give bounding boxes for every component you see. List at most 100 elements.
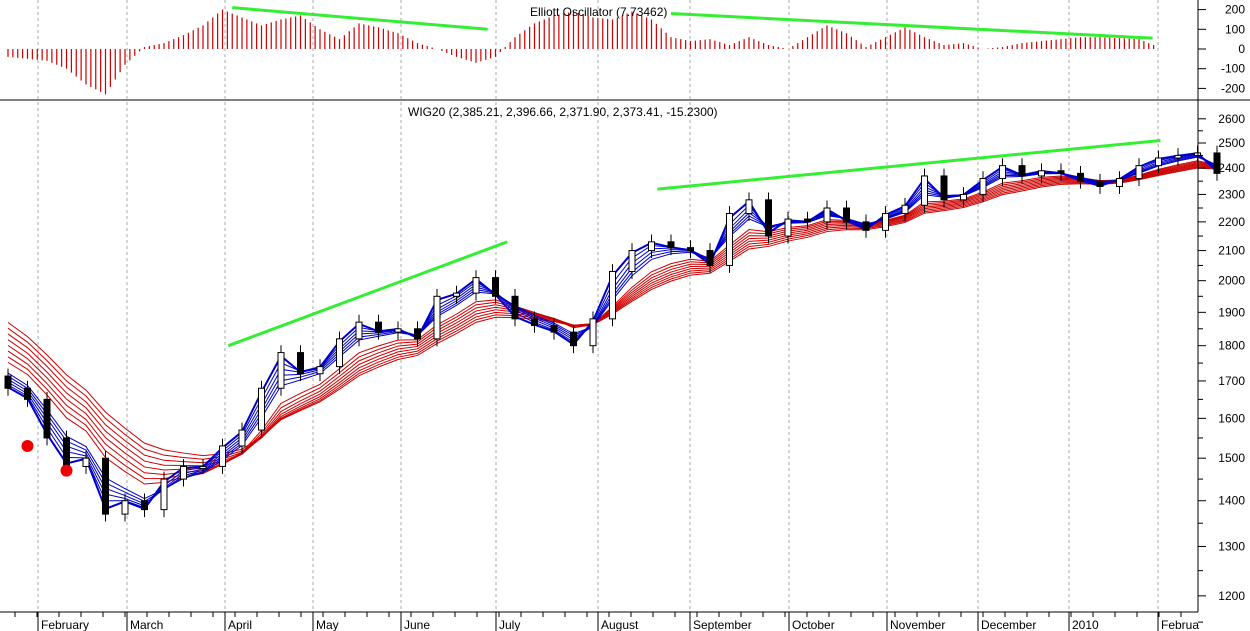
candle-body	[843, 207, 850, 223]
osc-tick-label: 200	[1225, 3, 1245, 17]
candle-body	[414, 328, 421, 340]
candle-body	[511, 295, 519, 320]
candle-body	[589, 318, 597, 347]
month-label: March	[130, 618, 163, 631]
candle-body	[628, 250, 636, 272]
candle-body	[1018, 165, 1026, 177]
candle-body	[940, 175, 948, 201]
month-label: June	[404, 618, 430, 631]
candle-body	[141, 500, 148, 511]
month-label: Februa	[1161, 618, 1199, 631]
candle-body	[862, 221, 870, 231]
oscillator-trendline	[670, 12, 1153, 40]
oscillator-title: Elliott Oscillator (7.73462)	[530, 5, 667, 19]
price-title: WIG20 (2,385.21, 2,396.66, 2,371.90, 2,3…	[408, 105, 718, 119]
oscillator-trendline	[232, 6, 488, 31]
osc-tick-label: -100	[1221, 62, 1245, 76]
osc-tick-label: 0	[1238, 42, 1245, 56]
price-tick-label: 1600	[1218, 411, 1245, 425]
candle-body	[999, 165, 1006, 180]
candle-body	[43, 398, 51, 439]
short-ma-line	[7, 153, 1218, 509]
price-trendline	[227, 240, 508, 348]
candle-body	[882, 213, 889, 231]
price-tick-label: 2200	[1218, 215, 1245, 229]
price-tick-label: 2000	[1218, 274, 1245, 288]
price-tick-label: 2100	[1218, 244, 1245, 258]
candle-body	[277, 352, 285, 389]
month-label: May	[316, 618, 339, 631]
candle-body	[160, 478, 168, 511]
short-ma-line	[7, 153, 1218, 507]
candle-body	[492, 277, 499, 297]
x-axis: February March April May June July August Septe…	[14, 612, 1199, 631]
price-tick-label: 1400	[1218, 494, 1245, 508]
price-tick-label: 2300	[1218, 187, 1245, 201]
price-tick-label: 1800	[1218, 339, 1245, 353]
candle-body	[901, 204, 909, 215]
candle-body	[24, 387, 31, 400]
candle-body	[63, 437, 70, 467]
candle-body	[921, 175, 928, 206]
candle-body	[297, 352, 304, 375]
month-label: April	[228, 618, 252, 631]
candle-body	[180, 465, 187, 480]
candle-body	[316, 366, 324, 375]
candle-body	[355, 321, 363, 340]
candle-body	[1057, 170, 1065, 174]
candle-body	[609, 270, 616, 320]
signal-marker	[60, 464, 73, 477]
candle-body	[394, 328, 402, 333]
month-label: 2010	[1072, 618, 1099, 631]
price-tick-label: 2400	[1218, 161, 1245, 175]
osc-tick-label: 100	[1225, 22, 1245, 36]
candle-body	[687, 247, 694, 252]
price-panel	[4, 139, 1221, 522]
candle-body	[784, 218, 792, 237]
candle-body	[1174, 154, 1182, 159]
month-label: February	[41, 618, 89, 631]
osc-tick-label: -200	[1221, 81, 1245, 95]
candle-body	[453, 292, 460, 297]
price-tick-label: 2500	[1218, 136, 1245, 150]
candle-body	[433, 295, 441, 340]
candle-body	[102, 457, 109, 515]
candle-body	[472, 277, 480, 294]
candle-body	[1135, 165, 1143, 180]
candle-body	[238, 429, 246, 447]
candle-body	[82, 457, 90, 467]
candle-body	[726, 213, 733, 266]
candle-body	[531, 318, 538, 326]
candle-body	[960, 193, 967, 201]
candle-body	[1096, 180, 1104, 187]
price-tick-label: 1200	[1218, 589, 1245, 603]
candle-body	[258, 387, 265, 431]
candle-body	[570, 331, 577, 347]
month-label: November	[890, 618, 945, 631]
candle-body	[823, 207, 831, 223]
short-ma-line	[7, 156, 1218, 500]
price-tick-label: 1900	[1218, 305, 1245, 319]
price-tick-label: 1700	[1218, 374, 1245, 388]
month-label: August	[601, 618, 639, 631]
price-tick-label: 1500	[1218, 451, 1245, 465]
candle-body	[804, 218, 811, 223]
candle-body	[706, 250, 714, 266]
candle-body	[375, 321, 382, 333]
stock-chart: Elliott Oscillator (7.73462) WIG20 (2,38…	[0, 0, 1250, 631]
candle-body	[4, 375, 12, 389]
oscillator-panel	[7, 6, 1155, 95]
price-tick-label: 1300	[1218, 539, 1245, 553]
month-gridlines	[37, 0, 1159, 612]
candle-body	[1077, 172, 1084, 182]
month-label: July	[499, 618, 520, 631]
price-tick-label: 2600	[1218, 112, 1245, 126]
month-label: September	[693, 618, 752, 631]
month-label: December	[981, 618, 1036, 631]
short-ma-line	[7, 155, 1218, 502]
short-ma-line	[7, 154, 1218, 505]
candle-body	[199, 465, 207, 469]
candle-body	[1155, 157, 1162, 167]
candle-body	[745, 199, 753, 215]
y-axis: 200 100 0 -100 -200 2600 2500 2400 2300 2200 2100 2…	[1198, 3, 1245, 623]
